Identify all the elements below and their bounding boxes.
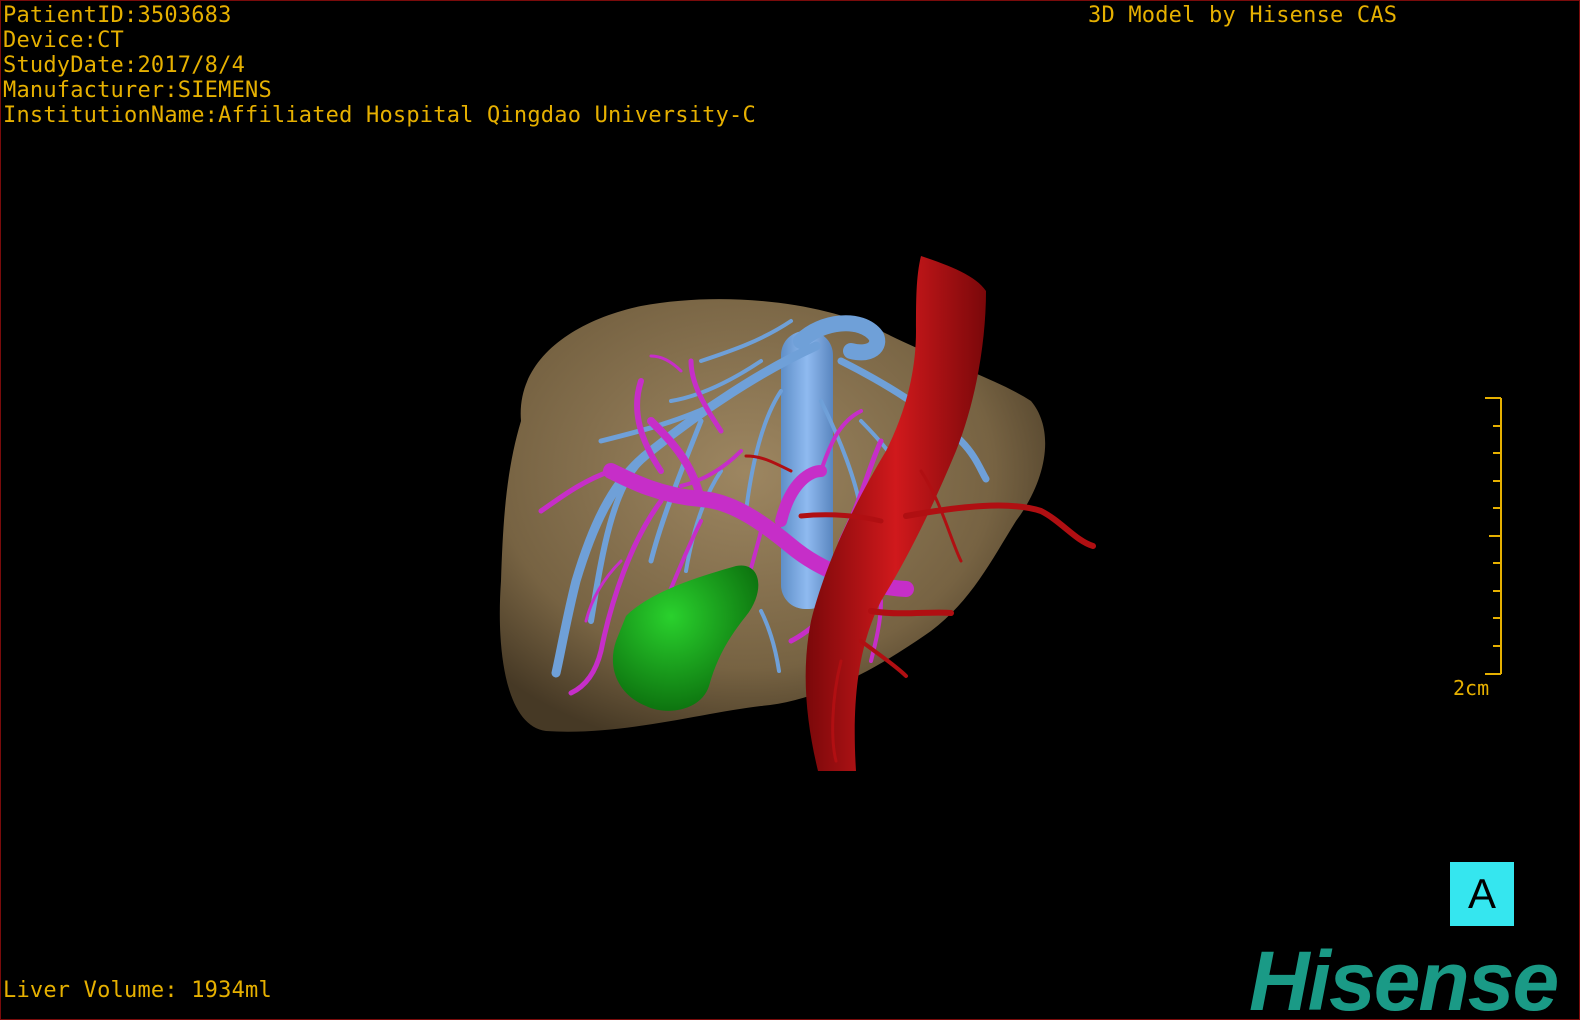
dicom-info-panel: PatientID:3503683 Device:CT StudyDate:2017… — [3, 3, 756, 128]
manufacturer-text: Manufacturer:SIEMENS — [3, 78, 272, 103]
3d-viewport[interactable]: PatientID:3503683 Device:CT StudyDate:2017… — [0, 0, 1580, 1020]
device-text: Device:CT — [3, 28, 125, 53]
institution-text: InstitutionName:Affiliated Hospital Qing… — [3, 103, 756, 128]
liver-3d-model[interactable] — [1, 1, 1580, 1020]
model-credit-text: 3D Model by Hisense CAS — [1088, 3, 1398, 28]
view-label-text: A — [1467, 870, 1496, 917]
liver-volume-text: Liver Volume: 1934ml — [3, 978, 272, 1003]
hisense-logo: Hisense — [1249, 934, 1559, 1020]
scale-bar-label: 2cm — [1453, 676, 1490, 700]
view-label-badge: A — [1450, 862, 1514, 926]
patient-id-text: PatientID:3503683 — [3, 3, 232, 28]
study-date-text: StudyDate:2017/8/4 — [3, 53, 246, 78]
scale-bar — [1485, 397, 1502, 675]
